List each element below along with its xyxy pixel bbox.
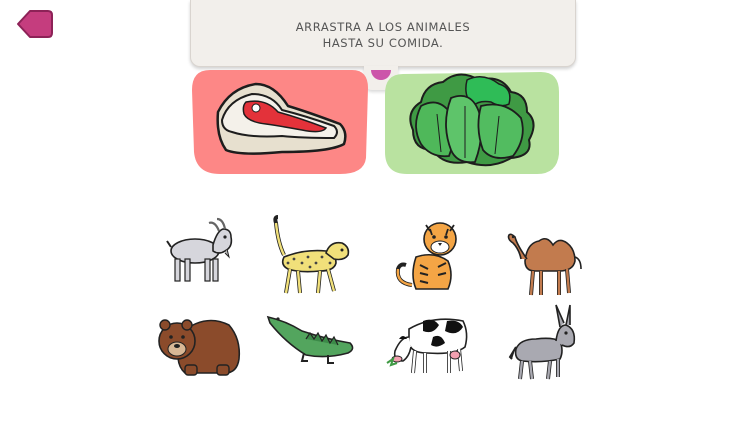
animal-donkey[interactable] <box>502 303 592 393</box>
cheetah-icon <box>273 215 350 294</box>
animal-bear[interactable] <box>155 303 245 393</box>
bear-icon <box>158 319 241 376</box>
vegetables-drop-target[interactable] <box>381 66 563 176</box>
animal-goat[interactable] <box>157 213 247 303</box>
meat-drop-target[interactable] <box>190 66 372 176</box>
goat-icon <box>166 217 233 282</box>
animal-tiger[interactable] <box>386 213 476 303</box>
instruction-text: ARRASTRA A LOS ANIMALES HASTA SU COMIDA. <box>191 19 575 51</box>
animal-cheetah[interactable] <box>264 213 354 303</box>
cow-icon <box>386 318 468 374</box>
back-arrow-icon <box>17 10 53 38</box>
animal-cow[interactable] <box>383 303 473 393</box>
instruction-line-2: HASTA SU COMIDA. <box>322 36 444 50</box>
animal-crocodile[interactable] <box>266 303 356 393</box>
tiger-icon <box>395 222 457 290</box>
instruction-panel: ARRASTRA A LOS ANIMALES HASTA SU COMIDA. <box>190 0 576 67</box>
donkey-icon <box>508 304 576 380</box>
animal-camel[interactable] <box>503 213 593 303</box>
instruction-line-1: ARRASTRA A LOS ANIMALES <box>295 20 471 34</box>
camel-icon <box>507 233 582 296</box>
back-button[interactable] <box>14 6 56 42</box>
game-stage: ARRASTRA A LOS ANIMALES HASTA SU COMIDA. <box>0 0 750 422</box>
crocodile-icon <box>266 315 354 364</box>
